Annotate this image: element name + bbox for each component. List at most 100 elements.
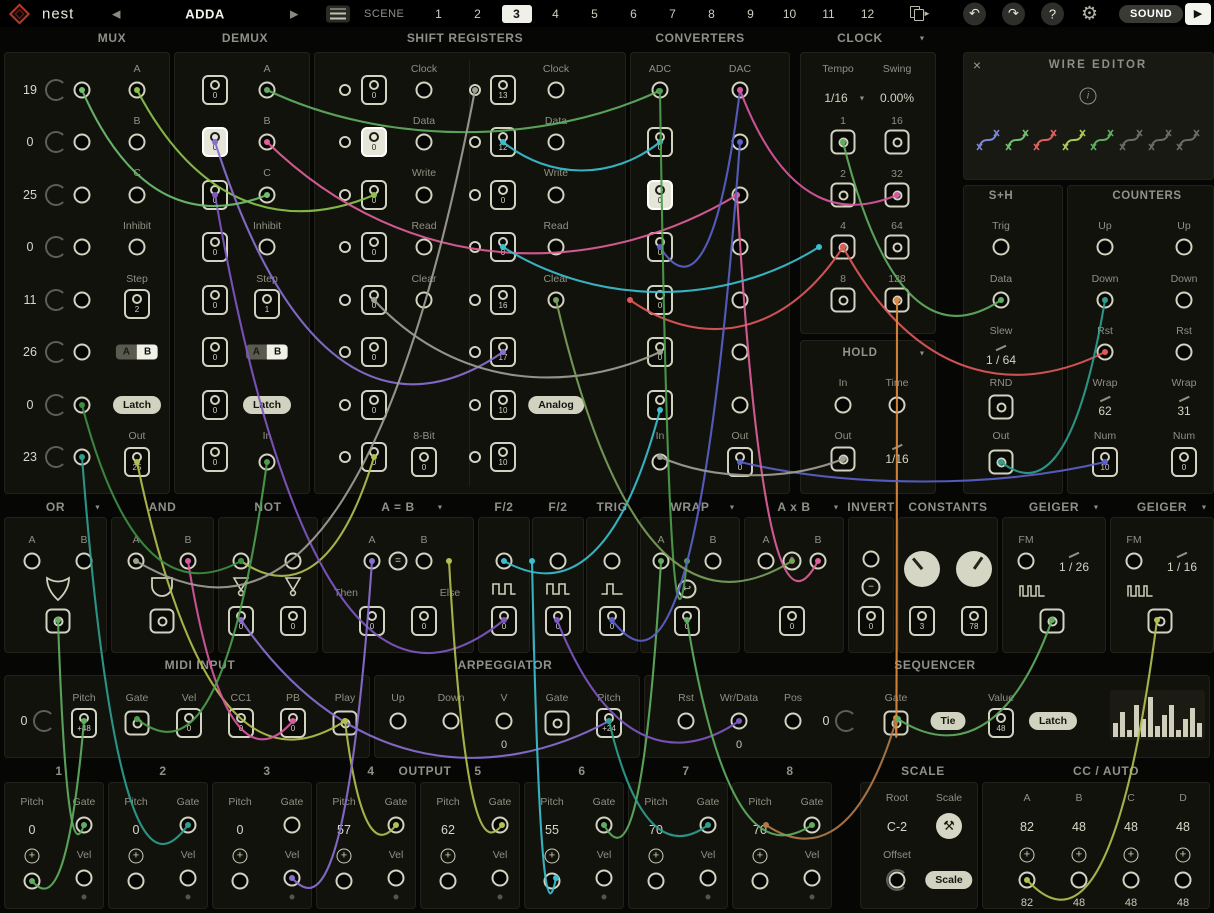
dac-clock-port[interactable]: [732, 82, 749, 99]
counter1-up-port[interactable]: [1097, 239, 1114, 256]
constant-knob-2[interactable]: [956, 551, 992, 587]
redo-button[interactable]: ↷: [1002, 2, 1025, 25]
seq-gate-port[interactable]: [884, 711, 909, 736]
patch-next-button[interactable]: ▶: [290, 7, 298, 20]
tempo-dropdown-icon[interactable]: ▼: [859, 96, 866, 103]
sr2-cell-2[interactable]: 12: [490, 127, 516, 157]
counter2-wrap-value[interactable]: 31: [1177, 404, 1190, 418]
clock-div-port-128[interactable]: [885, 288, 910, 313]
midi-gate-port[interactable]: [125, 711, 150, 736]
clock-div-port-16[interactable]: [885, 130, 910, 155]
sr2-clear-port[interactable]: [548, 292, 565, 309]
sr2-tap-port-1[interactable]: [469, 84, 481, 96]
sr1-cell-5[interactable]: 0: [361, 285, 387, 315]
scale-offset-knob[interactable]: [889, 872, 906, 889]
mux-input-value[interactable]: 25: [23, 188, 37, 202]
sr2-tap-port-6[interactable]: [469, 346, 481, 358]
adc-cell-3[interactable]: 0: [647, 232, 673, 262]
cc-d-offset[interactable]: +: [1176, 848, 1191, 863]
wrap-a-port[interactable]: [653, 553, 670, 570]
or-a-port[interactable]: [24, 553, 41, 570]
demux-out-port-3[interactable]: 0: [202, 180, 228, 210]
sr2-clock-port[interactable]: [548, 82, 565, 99]
constant-out-port-2[interactable]: 78: [961, 606, 987, 636]
scene-8[interactable]: 8: [697, 5, 727, 23]
seq-latch-button[interactable]: Latch: [1029, 712, 1077, 730]
not-b-port[interactable]: [285, 553, 302, 570]
sr1-cell-1[interactable]: 0: [361, 75, 387, 105]
logic-wrap-dropdown-icon[interactable]: ▼: [729, 505, 736, 512]
sr1-read-port[interactable]: [416, 239, 433, 256]
sr1-tap-port-1[interactable]: [339, 84, 351, 96]
sh-slew-value[interactable]: 1 / 64: [986, 353, 1016, 367]
f2b-in-port[interactable]: [550, 553, 567, 570]
seq-pos-port[interactable]: [785, 713, 802, 730]
counter2-up-port[interactable]: [1176, 239, 1193, 256]
mux-input-value[interactable]: 0: [27, 398, 34, 412]
mux-c-port[interactable]: [129, 187, 146, 204]
voice-pitch-port[interactable]: [440, 873, 457, 890]
scene-4[interactable]: 4: [541, 5, 571, 23]
voice-vel-port[interactable]: [284, 870, 301, 887]
scene-3[interactable]: 3: [502, 5, 532, 23]
clock-div-port-64[interactable]: [885, 235, 910, 260]
dac-out-port[interactable]: 0: [727, 447, 753, 477]
cc-a-offset[interactable]: +: [1020, 848, 1035, 863]
voice-pitch-value[interactable]: 55: [545, 823, 559, 837]
wire-slot-icon-8[interactable]: [1176, 128, 1200, 152]
voice-pitch-offset[interactable]: +: [337, 849, 352, 864]
patch-name[interactable]: ADDA: [150, 6, 260, 21]
scene-copy-icon[interactable]: ►: [910, 6, 930, 22]
voice-vel-port[interactable]: [76, 870, 93, 887]
mux-b-port[interactable]: [129, 134, 146, 151]
scene-5[interactable]: 5: [580, 5, 610, 23]
geiger2-fm-port[interactable]: [1126, 553, 1143, 570]
clock-dropdown-icon[interactable]: ▼: [919, 36, 926, 43]
scene-7[interactable]: 7: [658, 5, 688, 23]
sr1-tap-port-7[interactable]: [339, 399, 351, 411]
midi-play-port[interactable]: [333, 711, 358, 736]
logic-geiger2-dropdown-icon[interactable]: ▼: [1201, 505, 1208, 512]
tempo-value[interactable]: 1/16: [824, 91, 847, 105]
voice-pitch-port[interactable]: [232, 873, 249, 890]
scale-edit-button[interactable]: ⚒: [936, 813, 962, 839]
cc-a-value[interactable]: 82: [1020, 820, 1034, 834]
sr1-cell-4[interactable]: 0: [361, 232, 387, 262]
mux-input-value[interactable]: 0: [27, 240, 34, 254]
mux-out-port[interactable]: 25: [124, 447, 150, 477]
scene-10[interactable]: 10: [775, 5, 805, 23]
sr1-write-port[interactable]: [416, 187, 433, 204]
cc-c-offset[interactable]: +: [1124, 848, 1139, 863]
scale-root-value[interactable]: C-2: [887, 820, 907, 834]
voice-pitch-port[interactable]: [336, 873, 353, 890]
f2a-in-port[interactable]: [496, 553, 513, 570]
scene-9[interactable]: 9: [736, 5, 766, 23]
voice-gate-port[interactable]: [388, 817, 405, 834]
cc-b-offset[interactable]: +: [1072, 848, 1087, 863]
adc-clock-port[interactable]: [652, 82, 669, 99]
and-a-port[interactable]: [128, 553, 145, 570]
and-out-port[interactable]: [150, 609, 175, 634]
voice-pitch-offset[interactable]: +: [441, 849, 456, 864]
midi-pitch-port[interactable]: +48: [71, 708, 97, 738]
mux-latch-button[interactable]: Latch: [113, 396, 161, 414]
counter1-wrap-value[interactable]: 62: [1098, 404, 1111, 418]
sr2-cell-7[interactable]: 10: [490, 390, 516, 420]
sr1-tap-port-2[interactable]: [339, 136, 351, 148]
voice-vel-port[interactable]: [388, 870, 405, 887]
logic-or-dropdown-icon[interactable]: ▼: [94, 505, 101, 512]
sr2-read-port[interactable]: [548, 239, 565, 256]
mux-inhibit-port[interactable]: [129, 239, 146, 256]
voice-vel-port[interactable]: [492, 870, 509, 887]
mux-input-value[interactable]: 26: [23, 345, 37, 359]
sr2-data-port[interactable]: [548, 134, 565, 151]
voice-pitch-offset[interactable]: +: [545, 849, 560, 864]
demux-a-port[interactable]: [259, 82, 276, 99]
seq-wrdata-port[interactable]: [731, 713, 748, 730]
counter1-down-port[interactable]: [1097, 292, 1114, 309]
arp-pitch-port[interactable]: +24: [596, 708, 622, 738]
toggle-b[interactable]: B: [267, 345, 288, 360]
voice-pitch-offset[interactable]: +: [753, 849, 768, 864]
cc-b-port[interactable]: [1071, 872, 1088, 889]
help-button[interactable]: ?: [1041, 2, 1064, 25]
